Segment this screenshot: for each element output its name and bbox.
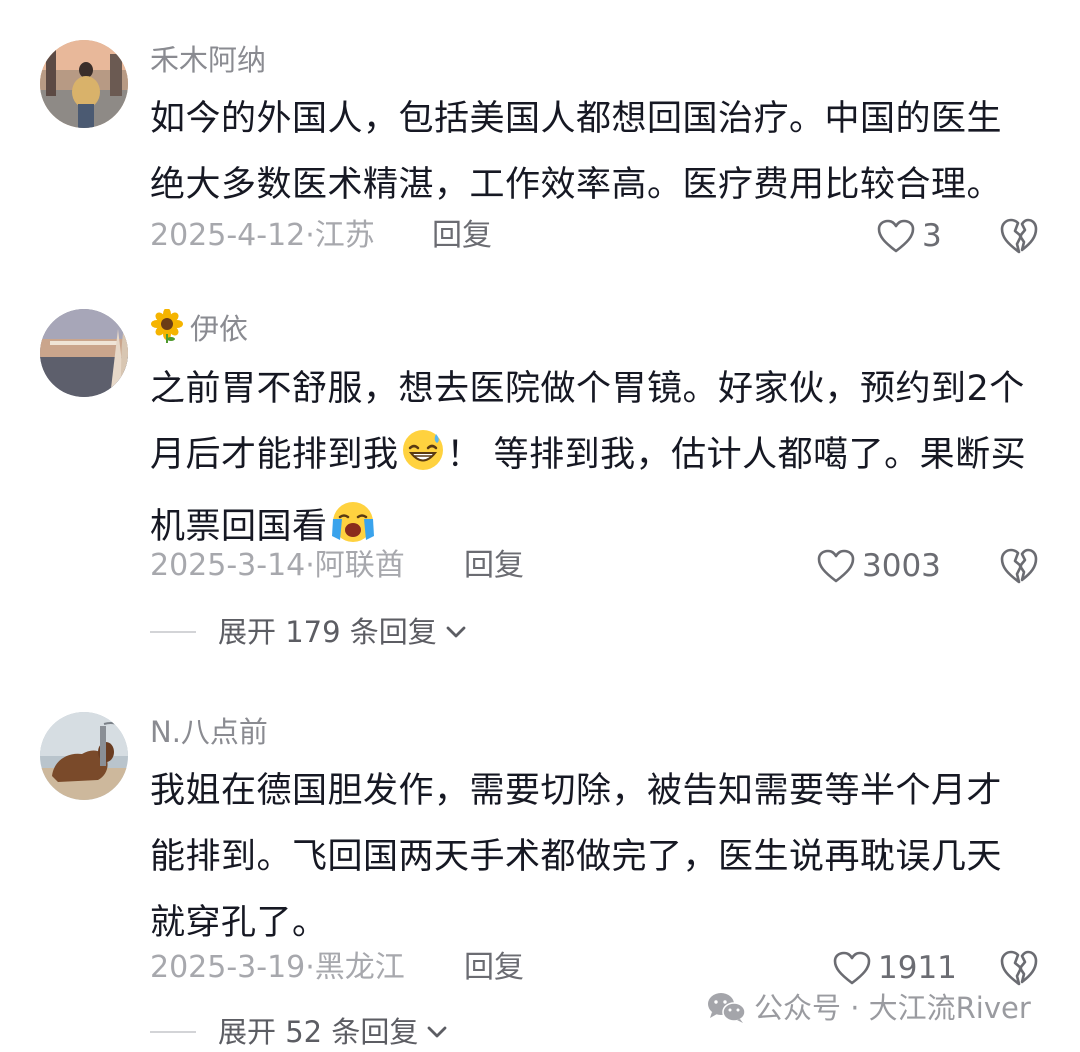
- comment-text-line: 能排到。飞回国两天手术都做完了，医生说再耽误几天: [150, 837, 1003, 877]
- divider-line: [150, 1031, 196, 1033]
- comment-text: 之前胃不舒服，想去医院做个胃镜。好家伙，预约到2个 月后才能排到我 ！ 等排到我…: [150, 356, 1030, 566]
- like-button[interactable]: 3: [876, 216, 942, 256]
- like-button[interactable]: 1911: [832, 948, 957, 988]
- username[interactable]: 伊依: [150, 308, 249, 353]
- comment-text-line: 就穿孔了。: [150, 903, 328, 943]
- reply-button[interactable]: 回复: [464, 546, 524, 586]
- chevron-down-icon: [427, 1026, 447, 1038]
- dislike-button[interactable]: [998, 948, 1040, 988]
- comment-text-segment: ！ 等排到我，估计人都噶了。果断买: [446, 435, 1027, 475]
- heart-icon: [877, 219, 915, 253]
- like-button[interactable]: 3003: [816, 546, 941, 586]
- comment-text-segment: 机票回国看: [150, 507, 328, 547]
- username-text: 伊依: [190, 312, 249, 346]
- comment-text-line: 之前胃不舒服，想去医院做个胃镜。好家伙，预约到2个: [150, 369, 1025, 409]
- chevron-down-icon: [446, 626, 466, 638]
- avatar[interactable]: [40, 309, 128, 397]
- date-location: 2025-3-14·阿联酋: [150, 548, 405, 583]
- avatar[interactable]: [40, 40, 128, 128]
- comment-text-line: 月后才能排到我 ！ 等排到我，估计人都噶了。果断买: [150, 422, 1030, 494]
- reply-button[interactable]: 回复: [432, 216, 492, 256]
- date-location: 2025-3-19·黑龙江: [150, 950, 405, 985]
- comment-text-line: 我姐在德国胆发作，需要切除，被告知需要等半个月才: [150, 771, 1003, 811]
- heart-icon: [833, 951, 871, 985]
- watermark: 公众号 · 大江流River: [706, 988, 1031, 1028]
- username[interactable]: N.八点前: [150, 712, 268, 752]
- divider-line: [150, 631, 196, 633]
- wechat-icon: [708, 993, 746, 1023]
- username[interactable]: 禾木阿纳: [150, 40, 266, 80]
- comment-text: 如今的外国人，包括美国人都想回国治疗。中国的医生 绝大多数医术精湛，工作效率高。…: [150, 86, 1030, 218]
- comment-text: 我姐在德国胆发作，需要切除，被告知需要等半个月才 能排到。飞回国两天手术都做完了…: [150, 758, 1030, 956]
- sunflower-icon: [150, 308, 184, 353]
- comment-text-line: 如今的外国人，包括美国人都想回国治疗。中国的医生: [150, 99, 1003, 139]
- broken-heart-icon: [1000, 218, 1038, 254]
- date-location: 2025-4-12·江苏: [150, 218, 375, 253]
- avatar[interactable]: [40, 712, 128, 800]
- grinning-sweat-emoji: [401, 428, 445, 494]
- expand-replies-label: 展开 179 条回复: [218, 615, 437, 649]
- heart-icon: [817, 549, 855, 583]
- comment-text-line: 绝大多数医术精湛，工作效率高。医疗费用比较合理。: [150, 165, 1003, 205]
- dislike-button[interactable]: [998, 216, 1040, 256]
- like-count: 3003: [862, 548, 941, 584]
- comment-text-segment: 月后才能排到我: [150, 435, 399, 475]
- like-count: 1911: [878, 950, 957, 986]
- broken-heart-icon: [1000, 950, 1038, 986]
- expand-replies-button[interactable]: 展开 179 条回复: [150, 612, 469, 652]
- broken-heart-icon: [1000, 548, 1038, 584]
- expand-replies-button[interactable]: 展开 52 条回复: [150, 1012, 450, 1052]
- dislike-button[interactable]: [998, 546, 1040, 586]
- reply-button[interactable]: 回复: [464, 948, 524, 988]
- expand-replies-label: 展开 52 条回复: [218, 1015, 419, 1049]
- watermark-text: 公众号 · 大江流River: [754, 991, 1031, 1025]
- like-count: 3: [922, 218, 942, 254]
